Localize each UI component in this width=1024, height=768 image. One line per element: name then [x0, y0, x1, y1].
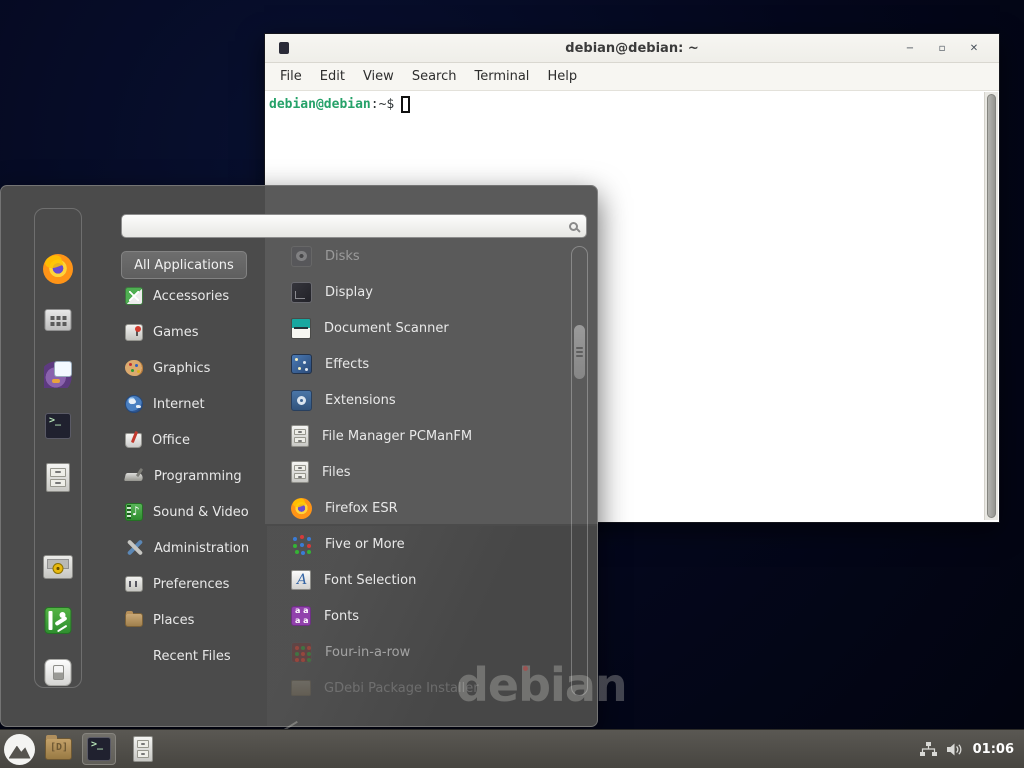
category-preferences[interactable]: Preferences: [119, 566, 279, 602]
fonts-icon: [291, 606, 311, 626]
terminal-cursor: [401, 96, 410, 113]
app-extensions[interactable]: Extensions: [285, 382, 567, 418]
administration-icon: [125, 539, 144, 557]
menu-scrollbar[interactable]: [571, 246, 588, 696]
games-icon: [125, 324, 143, 341]
lock-screen-icon[interactable]: [43, 555, 73, 579]
shutdown-icon[interactable]: [45, 659, 72, 686]
maximize-button[interactable]: ▫: [933, 39, 951, 57]
internet-icon: [125, 395, 143, 413]
app-gdebi-package-installer[interactable]: GDebi Package Installer: [285, 670, 567, 706]
app-font-selection[interactable]: Font Selection: [285, 562, 567, 598]
network-icon[interactable]: [920, 742, 937, 757]
menu-search[interactable]: Search: [405, 66, 464, 87]
menu-edit[interactable]: Edit: [313, 66, 352, 87]
scanner-icon: [291, 318, 311, 339]
volume-icon[interactable]: [946, 742, 964, 757]
minimize-button[interactable]: −: [901, 39, 919, 57]
five-or-more-icon: [291, 534, 312, 555]
extensions-icon: [291, 390, 312, 411]
graphics-icon: [125, 360, 143, 376]
search-icon: [569, 222, 578, 231]
application-list: Disks Display Document Scanner Effects E…: [285, 238, 567, 706]
file-cabinet-icon: [291, 461, 309, 483]
menu-search-field[interactable]: [121, 214, 587, 238]
app-firefox-esr[interactable]: Firefox ESR: [285, 490, 567, 526]
app-disks[interactable]: Disks: [285, 238, 567, 274]
system-tray: 01:06: [920, 742, 1024, 757]
terminal-title: debian@debian: ~: [265, 41, 999, 56]
app-four-in-a-row[interactable]: Four-in-a-row: [285, 634, 567, 670]
taskbar-clock[interactable]: 01:06: [973, 742, 1014, 757]
effects-icon: [291, 354, 312, 374]
office-icon: [125, 433, 142, 448]
menu-scrollbar-handle[interactable]: [574, 325, 585, 379]
four-in-a-row-icon: [291, 642, 312, 663]
app-effects[interactable]: Effects: [285, 346, 567, 382]
file-cabinet-icon: [133, 736, 153, 762]
terminal-icon: [87, 737, 111, 761]
terminal-window-icon: [279, 42, 289, 54]
app-document-scanner[interactable]: Document Scanner: [285, 310, 567, 346]
taskbar-terminal-button[interactable]: [82, 733, 116, 765]
firefox-icon: [291, 498, 312, 519]
menu-button-icon[interactable]: [4, 734, 35, 765]
app-five-or-more[interactable]: Five or More: [285, 526, 567, 562]
category-games[interactable]: Games: [119, 314, 279, 350]
taskbar-launchers: [0, 733, 160, 765]
app-fonts[interactable]: Fonts: [285, 598, 567, 634]
gdebi-icon: [291, 680, 311, 696]
favorites-rail: [34, 208, 82, 688]
category-graphics[interactable]: Graphics: [119, 350, 279, 386]
menu-help[interactable]: Help: [540, 66, 584, 87]
category-internet[interactable]: Internet: [119, 386, 279, 422]
prompt-tail: :~$: [371, 97, 394, 112]
category-office[interactable]: Office: [119, 422, 279, 458]
terminal-titlebar[interactable]: debian@debian: ~ − ▫ ✕: [265, 34, 999, 63]
menu-file[interactable]: File: [273, 66, 309, 87]
app-display[interactable]: Display: [285, 274, 567, 310]
app-file-manager-pcmanfm[interactable]: File Manager PCManFM: [285, 418, 567, 454]
accessories-icon: [125, 287, 143, 305]
taskbar-file-manager-button[interactable]: [126, 733, 160, 765]
terminal-menubar: File Edit View Search Terminal Help: [265, 63, 999, 91]
category-recent-files[interactable]: Recent Files: [119, 638, 279, 674]
taskbar: 01:06: [0, 729, 1024, 768]
search-input[interactable]: [130, 219, 569, 234]
programming-icon: [125, 468, 144, 484]
font-selection-icon: [291, 570, 311, 590]
close-button[interactable]: ✕: [965, 39, 983, 57]
preferences-icon: [125, 576, 143, 592]
file-cabinet-icon[interactable]: [46, 463, 70, 492]
pidgin-icon[interactable]: [44, 360, 72, 388]
places-icon: [125, 613, 143, 627]
category-places[interactable]: Places: [119, 602, 279, 638]
terminal-prompt-line: debian@debian:~$: [265, 91, 999, 118]
sound-video-icon: [125, 503, 143, 521]
desktop-folder-icon[interactable]: [45, 738, 72, 760]
app-files[interactable]: Files: [285, 454, 567, 490]
keyboard-icon[interactable]: [45, 309, 72, 331]
terminal-icon[interactable]: [45, 413, 71, 439]
firefox-icon[interactable]: [43, 254, 73, 284]
menu-terminal[interactable]: Terminal: [467, 66, 536, 87]
category-all-applications[interactable]: All Applications: [121, 251, 247, 279]
disks-icon: [291, 246, 312, 267]
application-menu: debian All Applications Accessories Game…: [0, 185, 598, 727]
menu-view[interactable]: View: [356, 66, 401, 87]
log-out-icon[interactable]: [45, 607, 72, 634]
terminal-scrollbar-handle[interactable]: [987, 94, 996, 518]
category-accessories[interactable]: Accessories: [119, 278, 279, 314]
display-icon: [291, 282, 312, 303]
category-administration[interactable]: Administration: [119, 530, 279, 566]
category-list: Accessories Games Graphics Internet Offi…: [119, 278, 279, 674]
file-cabinet-icon: [291, 425, 309, 447]
prompt-user-host: debian@debian: [269, 97, 371, 112]
terminal-scrollbar[interactable]: [984, 92, 998, 520]
category-programming[interactable]: Programming: [119, 458, 279, 494]
category-sound-video[interactable]: Sound & Video: [119, 494, 279, 530]
